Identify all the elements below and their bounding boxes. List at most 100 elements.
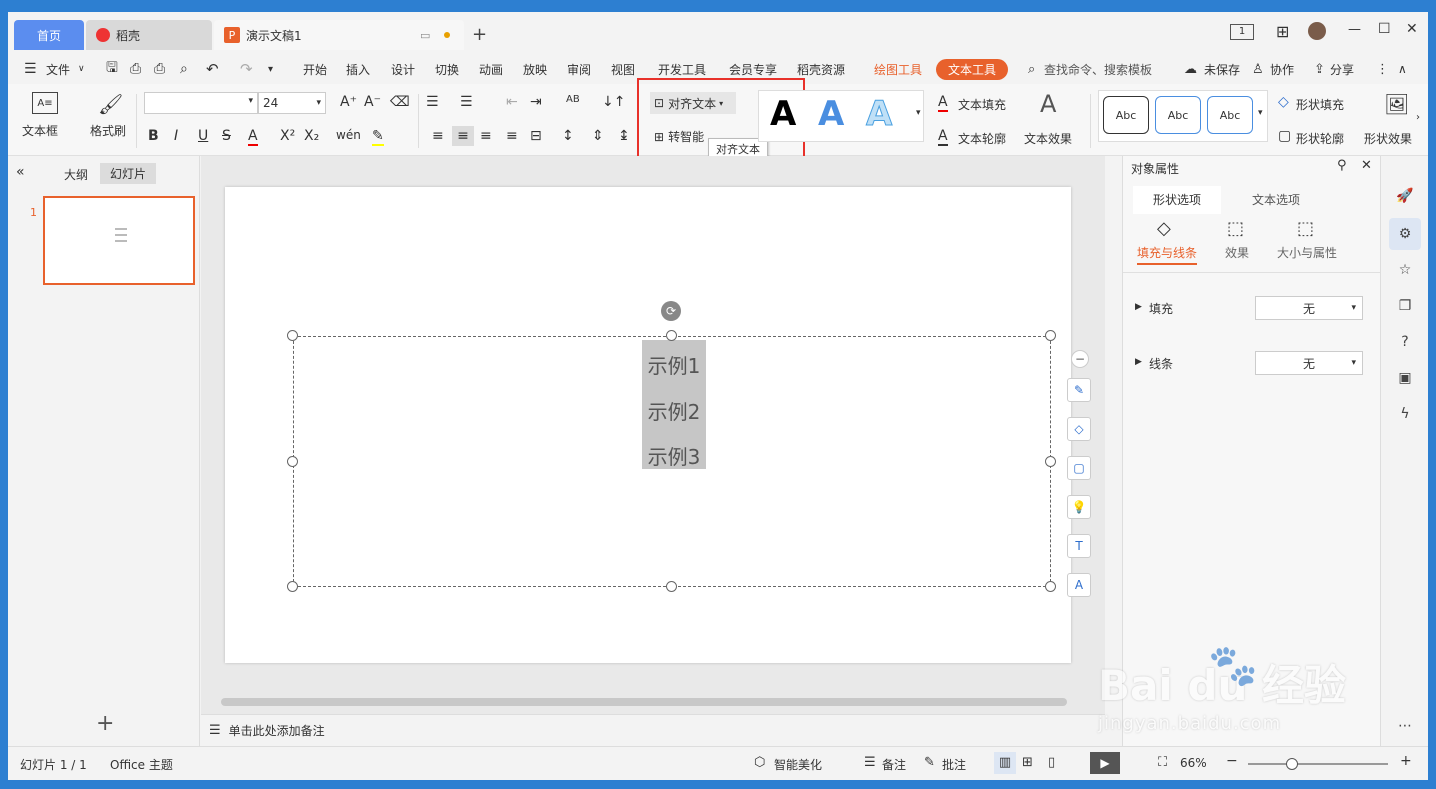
- quick-style-icon[interactable]: ✎: [1067, 378, 1091, 402]
- wordart-outline-icon[interactable]: A: [865, 94, 892, 135]
- line-dropdown[interactable]: 无 ▾: [1255, 351, 1363, 375]
- text-effect-button[interactable]: 文本效果: [1024, 130, 1072, 147]
- menu-drawing-tools[interactable]: 绘图工具: [874, 61, 922, 78]
- slides-icon[interactable]: ❐: [1395, 296, 1415, 316]
- pin-icon[interactable]: ⚲: [1337, 158, 1347, 173]
- zoom-in-button[interactable]: +: [1400, 753, 1412, 769]
- comments-button[interactable]: 批注: [942, 756, 966, 773]
- print-icon[interactable]: ⎙: [154, 61, 165, 77]
- zoom-slider-thumb[interactable]: [1286, 758, 1298, 770]
- notes-bar[interactable]: ☰ 单击此处添加备注: [201, 714, 1105, 746]
- italic-icon[interactable]: I: [174, 128, 178, 144]
- avatar[interactable]: [1308, 22, 1326, 40]
- quick-text-style-icon[interactable]: A: [1067, 573, 1091, 597]
- sorter-view-icon[interactable]: ⊞: [1022, 755, 1033, 770]
- zoom-out-button[interactable]: −: [1226, 753, 1238, 769]
- text-outline-button[interactable]: 文本轮廓: [958, 130, 1006, 147]
- ribbon-scroll-right-icon[interactable]: ›: [1416, 112, 1420, 123]
- menu-item-view[interactable]: 视图: [611, 61, 635, 78]
- line-spacing-icon[interactable]: ↕: [562, 128, 574, 144]
- wordart-blue-icon[interactable]: A: [818, 94, 844, 134]
- sub-tab-fill-line[interactable]: 填充与线条: [1137, 244, 1198, 265]
- textbox-button-label[interactable]: 文本框: [22, 122, 58, 139]
- text-fill-button[interactable]: 文本填充: [958, 96, 1006, 113]
- font-grow-icon[interactable]: A⁺: [340, 94, 357, 110]
- lightning-icon[interactable]: ϟ: [1395, 404, 1415, 424]
- paragraph-settings-icon[interactable]: ↨: [618, 128, 630, 144]
- bold-icon[interactable]: B: [148, 128, 159, 144]
- resize-handle-ml[interactable]: [287, 456, 298, 467]
- align-center-icon[interactable]: ≡: [452, 126, 474, 146]
- redo-icon[interactable]: ↷: [240, 60, 253, 78]
- numbered-list-icon[interactable]: ☰: [460, 94, 473, 110]
- search-command-input[interactable]: 查找命令、搜索模板: [1044, 61, 1152, 78]
- maximize-button[interactable]: ☐: [1378, 21, 1391, 37]
- undo-icon[interactable]: ↶: [206, 60, 219, 78]
- quick-idea-icon[interactable]: 💡: [1067, 495, 1091, 519]
- resize-handle-tl[interactable]: [287, 330, 298, 341]
- quick-textbox-icon[interactable]: T: [1067, 534, 1091, 558]
- textbox-icon[interactable]: A≡: [32, 92, 58, 114]
- phonetic-icon[interactable]: wén: [336, 128, 361, 142]
- tab-text-options[interactable]: 文本选项: [1231, 186, 1321, 214]
- collapse-float-icon[interactable]: −: [1071, 350, 1089, 368]
- minimize-button[interactable]: —: [1348, 22, 1361, 37]
- justify-icon[interactable]: ≡: [506, 128, 518, 144]
- menu-item-animation[interactable]: 动画: [479, 61, 503, 78]
- export-icon[interactable]: ⎙: [130, 61, 141, 77]
- text-direction-icon[interactable]: AB: [566, 94, 580, 105]
- underline-icon[interactable]: U: [198, 128, 208, 144]
- beautify-button[interactable]: 智能美化: [774, 756, 822, 773]
- slide-text-line-1[interactable]: 示例1: [642, 350, 706, 379]
- strikethrough-icon[interactable]: S: [222, 128, 231, 144]
- menu-item-insert[interactable]: 插入: [346, 61, 370, 78]
- shape-style-2[interactable]: Abc: [1155, 96, 1201, 134]
- quick-fill-icon[interactable]: ◇: [1067, 417, 1091, 441]
- zoom-slider[interactable]: [1248, 763, 1388, 765]
- font-color-icon[interactable]: A: [248, 128, 258, 146]
- resize-handle-br[interactable]: [1045, 581, 1056, 592]
- menu-item-review[interactable]: 审阅: [567, 61, 591, 78]
- resize-handle-mr[interactable]: [1045, 456, 1056, 467]
- resize-handle-tm[interactable]: [666, 330, 677, 341]
- notes-toggle-button[interactable]: 备注: [882, 756, 906, 773]
- menu-file[interactable]: 文件: [46, 61, 70, 78]
- fill-dropdown[interactable]: 无 ▾: [1255, 296, 1363, 320]
- tab-document[interactable]: P 演示文稿1 ▭: [214, 20, 464, 50]
- horizontal-scrollbar[interactable]: [221, 698, 1067, 706]
- unsaved-status[interactable]: 未保存: [1204, 61, 1240, 78]
- menu-item-start[interactable]: 开始: [303, 61, 327, 78]
- highlight-icon[interactable]: ✎: [372, 128, 384, 146]
- format-painter-icon[interactable]: 🖌: [98, 92, 123, 116]
- slide-thumbnail[interactable]: [43, 196, 195, 285]
- paragraph-spacing-icon[interactable]: ⇕: [592, 128, 604, 144]
- increase-indent-icon[interactable]: ⇥: [530, 94, 542, 110]
- clear-format-icon[interactable]: ⌫: [390, 94, 410, 110]
- panel-title[interactable]: 对象属性: [1131, 160, 1179, 177]
- gallery-more-icon[interactable]: ▾: [916, 108, 921, 118]
- slide[interactable]: 示例1 示例2 示例3 ⟳: [225, 187, 1071, 663]
- slide-text-line-2[interactable]: 示例2: [642, 396, 706, 425]
- slide-text-line-3[interactable]: 示例3: [642, 441, 706, 470]
- reading-view-icon[interactable]: ▯: [1048, 755, 1055, 770]
- image-icon[interactable]: ▣: [1395, 368, 1415, 388]
- add-slide-button[interactable]: +: [96, 711, 114, 736]
- tab-outline[interactable]: 大纲: [64, 166, 88, 183]
- save-icon[interactable]: 🖫: [106, 57, 118, 81]
- superscript-icon[interactable]: X²: [280, 128, 295, 144]
- rotate-handle-icon[interactable]: ⟳: [661, 301, 681, 321]
- share-button[interactable]: 分享: [1330, 61, 1354, 78]
- more-icon[interactable]: ⋮: [1376, 62, 1389, 77]
- zoom-value[interactable]: 66%: [1180, 756, 1207, 770]
- menu-item-developer[interactable]: 开发工具: [658, 61, 706, 78]
- shape-style-1[interactable]: Abc: [1103, 96, 1149, 134]
- rocket-icon[interactable]: 🚀: [1395, 186, 1415, 206]
- resize-handle-bm[interactable]: [666, 581, 677, 592]
- help-icon[interactable]: ?: [1395, 332, 1415, 352]
- panel-close-icon[interactable]: ✕: [1361, 158, 1372, 173]
- line-label[interactable]: 线条: [1149, 355, 1173, 372]
- menu-item-member[interactable]: 会员专享: [729, 61, 777, 78]
- font-shrink-icon[interactable]: A⁻: [364, 94, 381, 110]
- menu-item-slideshow[interactable]: 放映: [523, 61, 547, 78]
- shape-effect-button[interactable]: 形状效果: [1364, 130, 1412, 147]
